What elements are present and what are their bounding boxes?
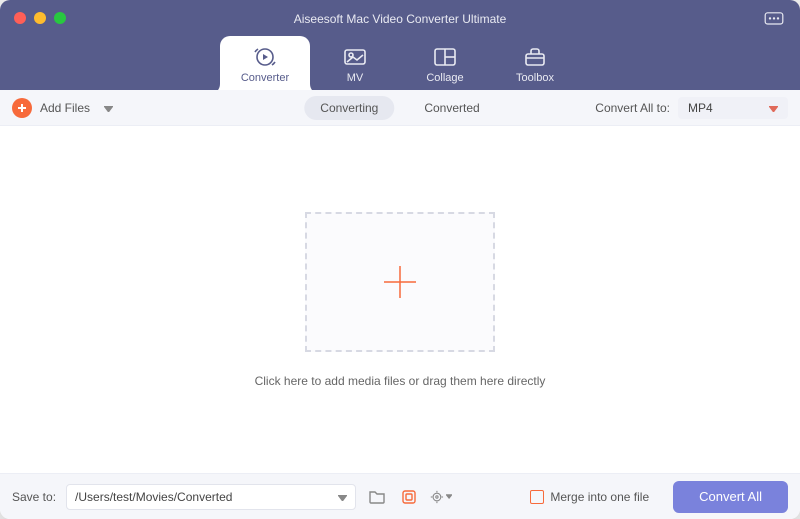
mv-icon bbox=[342, 46, 368, 68]
app-window: Aiseesoft Mac Video Converter Ultimate C… bbox=[0, 0, 800, 519]
dropzone-hint: Click here to add media files or drag th… bbox=[255, 374, 546, 388]
seg-converted[interactable]: Converted bbox=[408, 96, 495, 120]
footer: Save to: /Users/test/Movies/Converted Me… bbox=[0, 473, 800, 519]
tab-label: Converter bbox=[241, 72, 289, 84]
output-format-select[interactable]: MP4 bbox=[678, 97, 788, 119]
save-to-label: Save to: bbox=[12, 490, 56, 504]
tab-mv[interactable]: MV bbox=[310, 36, 400, 94]
add-media-dropzone[interactable] bbox=[305, 212, 495, 352]
tab-label: Collage bbox=[426, 72, 463, 84]
collage-icon bbox=[432, 46, 458, 68]
merge-label: Merge into one file bbox=[550, 490, 649, 504]
minimize-window-button[interactable] bbox=[34, 12, 46, 24]
open-folder-button[interactable] bbox=[366, 486, 388, 508]
chevron-down-icon bbox=[104, 101, 113, 115]
tab-converter[interactable]: Converter bbox=[220, 36, 310, 94]
toolbox-icon bbox=[522, 46, 548, 68]
converter-icon bbox=[252, 46, 278, 68]
add-files-button[interactable]: Add Files bbox=[12, 98, 113, 118]
convert-all-to: Convert All to: MP4 bbox=[595, 97, 788, 119]
close-window-button[interactable] bbox=[14, 12, 26, 24]
tab-label: MV bbox=[347, 72, 364, 84]
tab-collage[interactable]: Collage bbox=[400, 36, 490, 94]
format-value: MP4 bbox=[688, 101, 713, 115]
settings-button[interactable] bbox=[430, 486, 452, 508]
maximize-window-button[interactable] bbox=[54, 12, 66, 24]
window-title: Aiseesoft Mac Video Converter Ultimate bbox=[0, 0, 800, 26]
titlebar: Aiseesoft Mac Video Converter Ultimate C… bbox=[0, 0, 800, 90]
chevron-down-icon bbox=[338, 490, 347, 504]
main-tabs: Converter MV Collage Toolbox bbox=[0, 36, 800, 94]
plus-icon bbox=[12, 98, 32, 118]
feedback-icon[interactable] bbox=[764, 12, 784, 28]
main-canvas: Click here to add media files or drag th… bbox=[0, 126, 800, 473]
toolbar: Add Files Converting Converted Convert A… bbox=[0, 90, 800, 126]
convert-all-button[interactable]: Convert All bbox=[673, 481, 788, 513]
tab-toolbox[interactable]: Toolbox bbox=[490, 36, 580, 94]
gpu-accel-button[interactable] bbox=[398, 486, 420, 508]
merge-checkbox[interactable]: Merge into one file bbox=[530, 490, 649, 504]
tab-label: Toolbox bbox=[516, 72, 554, 84]
save-path-select[interactable]: /Users/test/Movies/Converted bbox=[66, 484, 356, 510]
save-path-value: /Users/test/Movies/Converted bbox=[75, 490, 232, 504]
seg-converting[interactable]: Converting bbox=[304, 96, 394, 120]
chevron-down-icon bbox=[769, 101, 778, 115]
checkbox-icon bbox=[530, 490, 544, 504]
convert-all-to-label: Convert All to: bbox=[595, 101, 670, 115]
status-segment: Converting Converted bbox=[304, 96, 495, 120]
window-controls bbox=[14, 12, 66, 24]
add-files-label: Add Files bbox=[40, 101, 90, 115]
